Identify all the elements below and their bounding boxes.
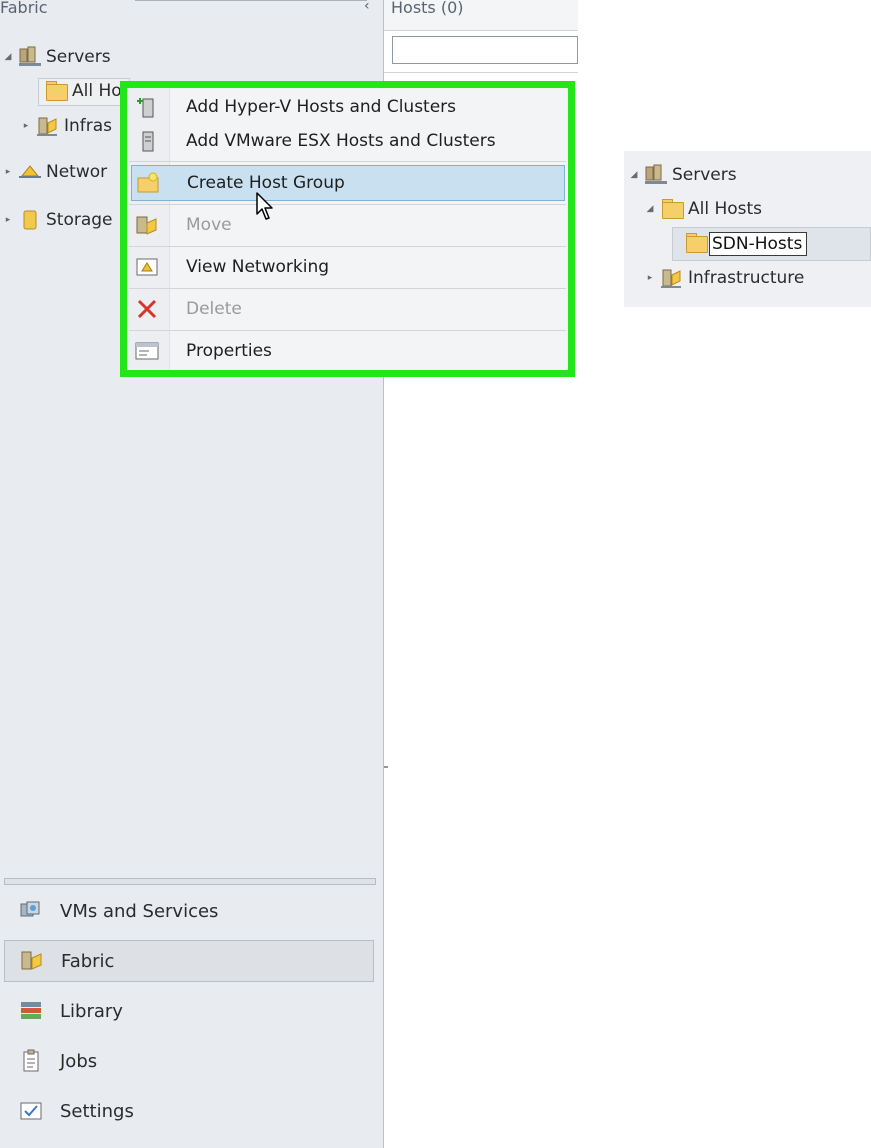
expand-arrow-icon[interactable]: ▸	[2, 167, 14, 177]
vms-services-icon	[18, 899, 44, 923]
networking-icon	[18, 161, 42, 183]
expand-arrow-icon[interactable]: ▸	[2, 215, 14, 225]
settings-icon	[18, 1099, 44, 1123]
folder-icon	[684, 232, 708, 254]
tree-item-infrastructure[interactable]: ▸ Infras	[20, 113, 112, 139]
annotation-highlight-box	[120, 81, 575, 377]
tree-label-storage: Storage	[46, 210, 113, 230]
nav-label: VMs and Services	[60, 900, 219, 922]
column-header-divider	[384, 72, 578, 73]
infrastructure-icon	[36, 115, 60, 137]
jobs-icon	[18, 1049, 44, 1073]
tree-item-networking[interactable]: ▸ Networ	[2, 159, 107, 185]
infrastructure-icon	[660, 267, 684, 289]
fabric-icon	[19, 949, 45, 973]
inset-tree-item-servers[interactable]: ◢ Servers	[628, 162, 737, 188]
tree-label-servers: Servers	[46, 47, 111, 67]
tree-label-servers: Servers	[672, 165, 737, 185]
collapse-arrow-icon[interactable]: ◢	[628, 170, 640, 180]
collapse-pane-icon[interactable]: ‹	[364, 0, 370, 14]
nav-jobs[interactable]: Jobs	[4, 1040, 374, 1082]
library-icon	[18, 999, 44, 1023]
nav-settings[interactable]: Settings	[4, 1090, 374, 1132]
hosts-search-input[interactable]	[392, 36, 578, 64]
nav-splitter[interactable]	[4, 878, 376, 885]
collapse-arrow-icon[interactable]: ◢	[644, 204, 656, 214]
hosts-title: Hosts (0)	[391, 0, 464, 17]
inset-tree-item-all-hosts[interactable]: ◢ All Hosts	[644, 196, 762, 222]
pane-title: Fabric	[0, 0, 48, 17]
folder-icon	[44, 80, 68, 102]
folder-icon	[660, 198, 684, 220]
storage-icon	[18, 209, 42, 231]
expand-arrow-icon[interactable]: ▸	[20, 121, 32, 131]
servers-icon	[644, 164, 668, 186]
mouse-cursor-icon	[256, 192, 273, 220]
splitter-mark	[384, 766, 388, 768]
tree-item-storage[interactable]: ▸ Storage	[2, 207, 113, 233]
tree-label-all-hosts: All Ho	[72, 81, 122, 101]
header-divider	[135, 0, 367, 1]
nav-fabric[interactable]: Fabric	[4, 940, 374, 982]
nav-label: Fabric	[61, 950, 115, 972]
inset-tree-item-infrastructure[interactable]: ▸ Infrastructure	[644, 265, 804, 291]
tree-label-all-hosts: All Hosts	[688, 199, 763, 219]
nav-label: Jobs	[60, 1050, 98, 1072]
tree-item-servers[interactable]: ◢ Servers	[2, 44, 111, 70]
servers-icon	[18, 46, 42, 68]
tree-label-networking: Networ	[46, 162, 108, 182]
collapse-arrow-icon[interactable]: ◢	[2, 52, 14, 62]
nav-label: Library	[60, 1000, 123, 1022]
nav-vms-and-services[interactable]: VMs and Services	[4, 890, 374, 932]
tree-item-all-hosts-content: All Ho	[40, 78, 122, 104]
rename-input[interactable]: SDN-Hosts	[709, 232, 807, 256]
tree-label-infrastructure: Infras	[64, 116, 113, 136]
nav-label: Settings	[60, 1100, 134, 1122]
nav-library[interactable]: Library	[4, 990, 374, 1032]
expand-arrow-icon[interactable]: ▸	[644, 273, 656, 283]
tree-label-infrastructure: Infrastructure	[688, 268, 805, 288]
